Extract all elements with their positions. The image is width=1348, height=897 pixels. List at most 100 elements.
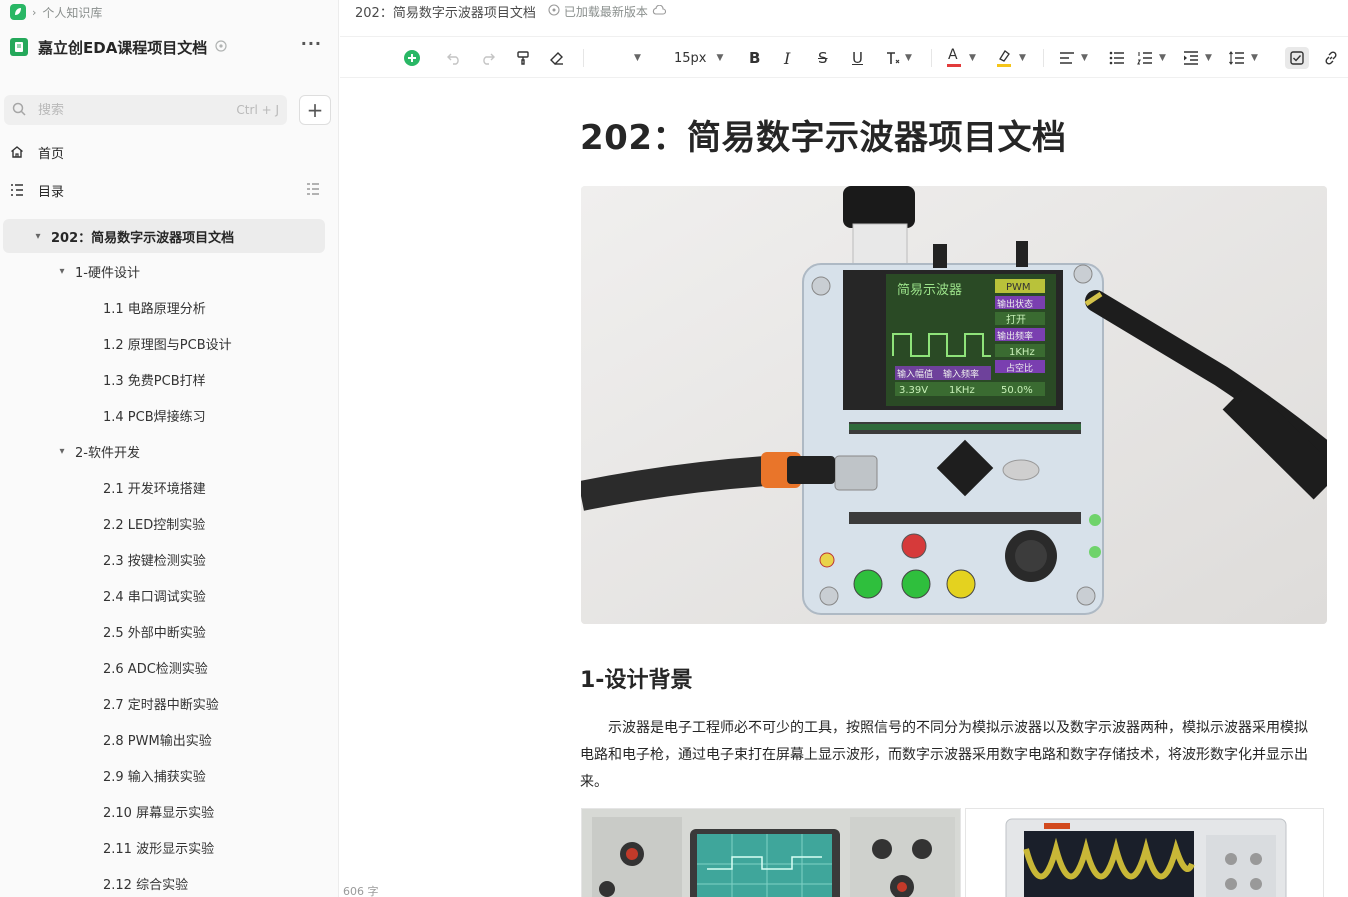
tree-item-software[interactable]: ▾ 2-软件开发: [55, 434, 140, 468]
chevron-down-icon: ▼: [1159, 53, 1166, 63]
digital-oscilloscope-image[interactable]: [965, 808, 1324, 897]
team-icon: [215, 39, 227, 55]
redo-button[interactable]: [480, 47, 496, 69]
line-height-icon: [1229, 51, 1244, 65]
tree-item[interactable]: 1.1 电路原理分析: [103, 290, 206, 324]
chevron-down-icon: ▼: [1019, 53, 1026, 63]
tree-item[interactable]: 2.7 定时器中断实验: [103, 686, 219, 720]
paragraph-style-select[interactable]: ▼: [630, 47, 641, 69]
chevron-down-icon[interactable]: ▾: [55, 446, 69, 457]
chevron-down-icon: ▼: [634, 53, 641, 63]
tree-item-label: 202：简易数字示波器项目文档: [51, 230, 235, 246]
checkbox-icon: [1290, 51, 1304, 65]
add-button[interactable]: +: [299, 95, 331, 125]
nav-toc[interactable]: 目录: [10, 178, 330, 202]
tree-item[interactable]: 2.12 综合实验: [103, 866, 188, 897]
tree-item-label: 2-软件开发: [75, 445, 140, 461]
toolbar-divider: [1043, 49, 1044, 67]
chevron-down-icon: ▼: [1251, 53, 1258, 63]
font-color-button[interactable]: A ▼: [947, 47, 976, 69]
task-list-button[interactable]: [1285, 47, 1309, 69]
ordered-list-button[interactable]: ▼: [1137, 47, 1166, 69]
line-height-button[interactable]: ▼: [1229, 47, 1258, 69]
tree-item[interactable]: 2.5 外部中断实验: [103, 614, 206, 648]
tree-item[interactable]: 2.1 开发环境搭建: [103, 470, 206, 504]
toc-list-toggle-icon[interactable]: [306, 182, 320, 200]
nav-home-label: 首页: [38, 146, 65, 162]
chevron-down-icon[interactable]: ▾: [55, 266, 69, 277]
highlighter-icon: [997, 49, 1011, 67]
book-title[interactable]: 嘉立创EDA课程项目文档: [38, 37, 207, 58]
oscilloscope-board-image[interactable]: 简易示波器 PWM 输出状态 打开 输出频率 1KHz 占空比 输入幅值 输入频…: [581, 186, 1327, 624]
save-status-text: 已加载最新版本: [563, 4, 648, 19]
doc-header: 202：简易数字示波器项目文档 已加载最新版本: [355, 0, 666, 22]
tree-item[interactable]: 1.3 免费PCB打样: [103, 362, 206, 396]
tree-item[interactable]: 1.2 原理图与PCB设计: [103, 326, 232, 360]
toc-icon: [10, 183, 28, 197]
tree-item[interactable]: 2.6 ADC检测实验: [103, 650, 208, 684]
align-button[interactable]: ▼: [1059, 47, 1088, 69]
tree-item-hardware[interactable]: ▾ 1-硬件设计: [55, 254, 139, 288]
text-effect-button[interactable]: ▼: [885, 47, 912, 69]
tree-item[interactable]: 1.4 PCB焊接练习: [103, 398, 206, 432]
chevron-down-icon[interactable]: ▾: [31, 231, 45, 242]
lcd-amplitude-value: 3.39V: [899, 385, 928, 396]
book-icon: [10, 38, 28, 56]
chevron-down-icon: ▼: [969, 53, 976, 63]
underline-button[interactable]: U: [852, 47, 863, 69]
knowledge-logo-icon[interactable]: [10, 4, 26, 20]
sidebar: › 个人知识库 嘉立创EDA课程项目文档 ··· Ctrl + J +: [0, 0, 339, 897]
tree-item-label: 2.5 外部中断实验: [103, 625, 206, 641]
paragraph[interactable]: 示波器是电子工程师必不可少的工具，按照信号的不同分为模拟示波器以及数字示波器两种…: [580, 715, 1320, 796]
underline-icon: U: [852, 49, 863, 67]
lcd-title: 简易示波器: [897, 282, 962, 298]
tree-item-root[interactable]: ▾ 202：简易数字示波器项目文档: [3, 219, 325, 253]
tree-item-label: 2.11 波形显示实验: [103, 841, 215, 857]
toolbar-divider: [931, 49, 932, 67]
bullet-list-button[interactable]: [1109, 47, 1125, 69]
tree-item[interactable]: 2.2 LED控制实验: [103, 506, 205, 540]
bold-button[interactable]: B: [749, 47, 760, 69]
tree-item[interactable]: 2.10 屏幕显示实验: [103, 794, 214, 828]
link-icon: [1325, 51, 1337, 65]
tree-item-label: 1.1 电路原理分析: [103, 301, 206, 317]
bullet-list-icon: [1109, 51, 1124, 65]
tree-item[interactable]: 2.3 按键检测实验: [103, 542, 206, 576]
tree-item-label: 2.1 开发环境搭建: [103, 481, 206, 497]
tree-item-label: 2.7 定时器中断实验: [103, 697, 219, 713]
insert-button[interactable]: [403, 47, 421, 69]
strikethrough-button[interactable]: S: [818, 47, 828, 69]
link-button[interactable]: [1323, 47, 1339, 69]
save-status: 已加载最新版本: [548, 3, 666, 20]
highlight-color-button[interactable]: ▼: [997, 47, 1026, 69]
nav-toc-label: 目录: [38, 184, 65, 200]
tree-item-label: 2.6 ADC检测实验: [103, 661, 208, 677]
doc-title[interactable]: 202：简易数字示波器项目文档: [580, 110, 1328, 166]
editor-toolbar: ▼ 15px ▼ B I S U ▼ A ▼ ▼ ▼ ▼ ▼ ▼: [340, 36, 1348, 78]
font-size-select[interactable]: 15px ▼: [674, 47, 723, 69]
clear-format-button[interactable]: [549, 47, 565, 69]
italic-button[interactable]: I: [784, 47, 790, 69]
document-content: 202：简易数字示波器项目文档 简易示波器 PWM 输出状态 打开 输出频率 1…: [580, 110, 1328, 897]
lcd-input-freq-value: 1KHz: [949, 385, 975, 396]
search-shortcut: Ctrl + J: [236, 103, 279, 117]
tree-item[interactable]: 2.9 输入捕获实验: [103, 758, 206, 792]
nav-home[interactable]: 首页: [10, 140, 330, 164]
tree-item[interactable]: 2.4 串口调试实验: [103, 578, 206, 612]
tree-item-label: 2.8 PWM输出实验: [103, 733, 212, 749]
tree-item-label: 1.3 免费PCB打样: [103, 373, 206, 389]
lcd-duty-value: 50.0%: [1001, 385, 1033, 396]
breadcrumb-link[interactable]: 个人知识库: [42, 4, 102, 21]
format-painter-button[interactable]: [515, 47, 531, 69]
more-options-button[interactable]: ···: [301, 34, 322, 53]
tree-item[interactable]: 2.11 波形显示实验: [103, 830, 214, 864]
analog-oscilloscope-image[interactable]: [581, 808, 961, 897]
undo-button[interactable]: [446, 47, 462, 69]
tree-item[interactable]: 2.8 PWM输出实验: [103, 722, 212, 756]
indent-button[interactable]: ▼: [1183, 47, 1212, 69]
section-heading[interactable]: 1-设计背景: [580, 662, 692, 694]
search-input[interactable]: [38, 102, 237, 118]
lcd-output-state-label: 输出状态: [997, 298, 1033, 310]
eraser-icon: [550, 52, 563, 65]
ordered-list-icon: [1137, 52, 1152, 65]
